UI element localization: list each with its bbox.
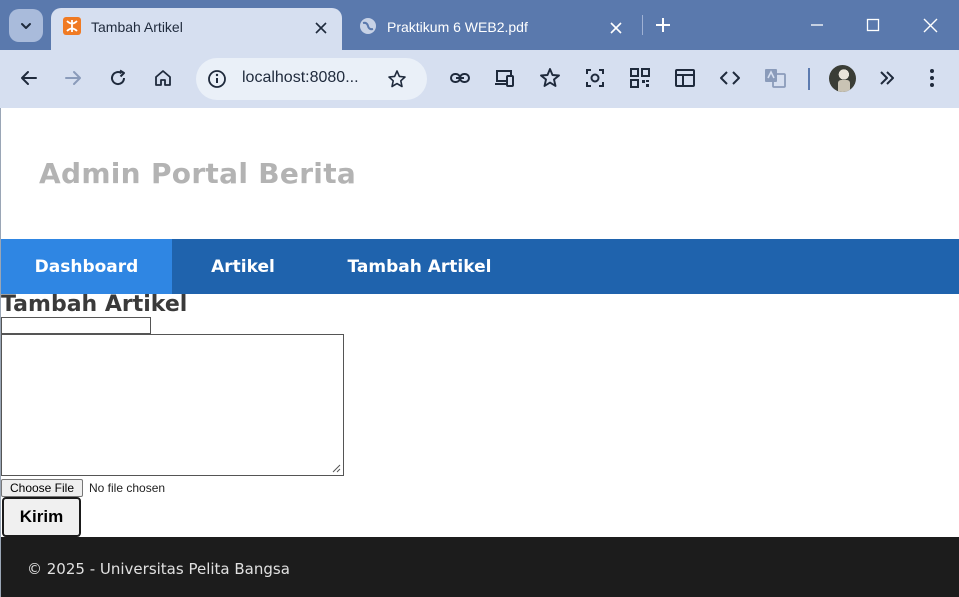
- menu-button[interactable]: [917, 63, 947, 93]
- forward-button[interactable]: [58, 63, 88, 93]
- link-extension-button[interactable]: [445, 63, 475, 93]
- site-info-icon[interactable]: [205, 67, 229, 91]
- reload-button[interactable]: [103, 63, 133, 93]
- home-icon: [155, 70, 171, 86]
- translate-icon: [765, 69, 786, 88]
- nav-dashboard[interactable]: Dashboard: [1, 239, 172, 294]
- qr-code-icon: [630, 68, 650, 88]
- close-tab-icon[interactable]: [312, 19, 330, 37]
- code-icon: [720, 71, 740, 85]
- back-button[interactable]: [14, 63, 44, 93]
- minimize-icon: [811, 24, 823, 26]
- site-footer: © 2025 - Universitas Pelita Bangsa: [1, 537, 959, 597]
- xampp-icon: [63, 17, 81, 35]
- devices-icon: [495, 70, 514, 87]
- more-extensions-button[interactable]: [872, 63, 902, 93]
- browser-tabstrip: Tambah Artikel Praktikum 6 WEB2.pdf: [0, 0, 959, 50]
- link-icon: [450, 73, 470, 83]
- plus-icon: [656, 18, 670, 32]
- globe-icon: [360, 18, 376, 34]
- tab-title: Tambah Artikel: [91, 19, 183, 35]
- close-window-button[interactable]: [915, 10, 945, 40]
- reload-icon: [111, 69, 126, 86]
- choose-file-button[interactable]: Choose File: [1, 479, 83, 497]
- reading-mode-button[interactable]: [670, 63, 700, 93]
- page-viewport: Admin Portal Berita Dashboard Artikel Ta…: [0, 108, 959, 597]
- maximize-button[interactable]: [858, 10, 888, 40]
- lens-icon: [586, 69, 604, 87]
- submit-button[interactable]: Kirim: [2, 497, 81, 537]
- main-navbar: Dashboard Artikel Tambah Artikel: [1, 239, 959, 294]
- devtools-button[interactable]: [715, 63, 745, 93]
- chevron-double-right-icon: [880, 71, 894, 85]
- profile-avatar[interactable]: [829, 65, 856, 92]
- favorites-button[interactable]: [535, 63, 565, 93]
- tab-search-button[interactable]: [9, 9, 43, 42]
- screenshot-button[interactable]: [580, 63, 610, 93]
- bookmark-star-icon[interactable]: [385, 67, 409, 91]
- translate-button[interactable]: [760, 63, 790, 93]
- tab-tambah-artikel[interactable]: Tambah Artikel: [51, 8, 342, 50]
- maximize-icon: [866, 18, 880, 32]
- kebab-menu-icon: [930, 69, 934, 87]
- title-input[interactable]: [1, 317, 151, 334]
- star-list-icon: [540, 68, 560, 87]
- arrow-right-icon: [65, 71, 81, 85]
- qr-code-button[interactable]: [625, 63, 655, 93]
- address-bar[interactable]: localhost:8080...: [196, 58, 427, 100]
- tab-title: Praktikum 6 WEB2.pdf: [387, 19, 528, 35]
- minimize-button[interactable]: [802, 10, 832, 40]
- home-button[interactable]: [148, 63, 178, 93]
- content-textarea[interactable]: [1, 334, 344, 476]
- site-title: Admin Portal Berita: [39, 157, 357, 190]
- nav-artikel[interactable]: Artikel: [172, 239, 314, 294]
- layout-icon: [675, 69, 695, 87]
- nav-tambah-artikel[interactable]: Tambah Artikel: [314, 239, 525, 294]
- tab-divider: [642, 15, 643, 35]
- toolbar-divider: [808, 68, 810, 90]
- footer-copyright: © 2025 - Universitas Pelita Bangsa: [27, 560, 290, 578]
- new-tab-button[interactable]: [650, 12, 676, 38]
- file-status-text: No file chosen: [89, 481, 166, 495]
- close-tab-icon[interactable]: [607, 19, 625, 37]
- devices-button[interactable]: [490, 63, 520, 93]
- chevron-down-icon: [21, 22, 31, 29]
- arrow-left-icon: [21, 71, 37, 85]
- site-header: Admin Portal Berita: [1, 108, 959, 239]
- resize-grip-icon[interactable]: [332, 464, 341, 473]
- close-icon: [923, 18, 937, 32]
- browser-toolbar: localhost:8080...: [0, 50, 959, 108]
- url-text: localhost:8080...: [242, 69, 359, 86]
- tab-praktikum-pdf[interactable]: Praktikum 6 WEB2.pdf: [347, 8, 637, 50]
- page-title: Tambah Artikel: [1, 292, 188, 317]
